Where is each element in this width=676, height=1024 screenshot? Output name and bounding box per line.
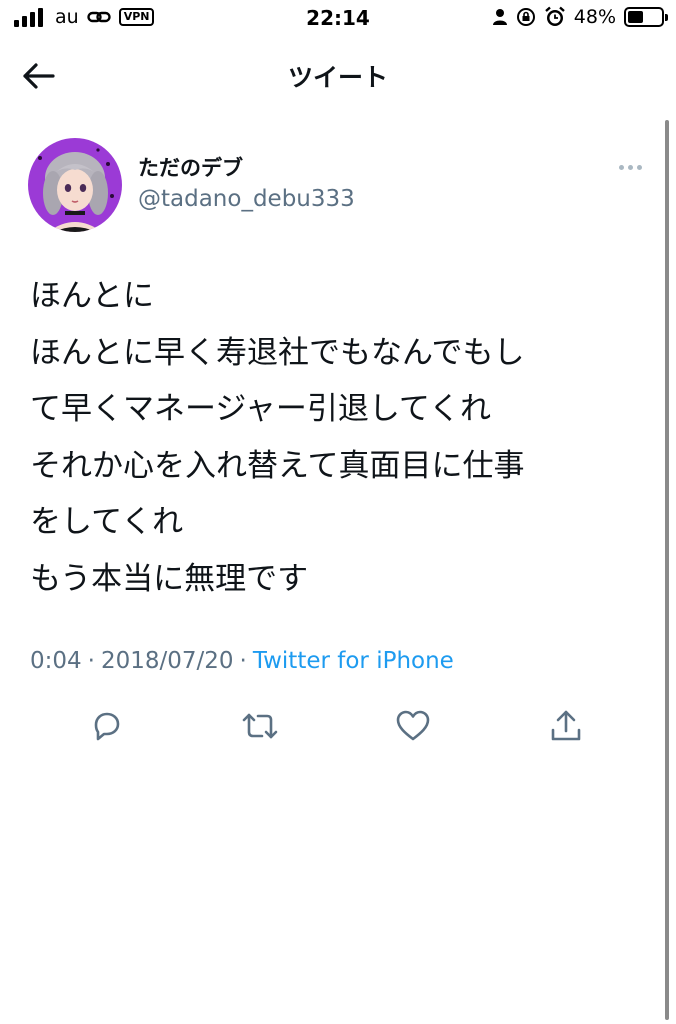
- tweet-date: 2018/07/20: [100, 648, 234, 674]
- scrollbar[interactable]: [665, 120, 669, 1020]
- battery-percentage: 48%: [573, 6, 616, 28]
- more-dot: [636, 164, 642, 170]
- like-button[interactable]: [391, 704, 435, 748]
- battery-icon: [624, 7, 668, 27]
- tweet-source-link[interactable]: Twitter for iPhone: [253, 648, 454, 674]
- reply-icon: [94, 712, 120, 741]
- meta-separator: ·: [239, 648, 247, 674]
- tweet-text-line: それか心を入れ替えて真面目に仕事: [30, 447, 525, 484]
- author-handle[interactable]: @tadano_debu333: [138, 186, 355, 212]
- status-bar-right: 48%: [492, 6, 668, 28]
- page-title: ツイート: [287, 63, 388, 92]
- author-display-name[interactable]: ただのデブ: [138, 152, 243, 182]
- tweet-time: 0:04: [30, 648, 82, 674]
- reply-button[interactable]: [84, 704, 128, 748]
- meta-separator: ·: [87, 648, 95, 674]
- retweet-button[interactable]: [238, 704, 282, 748]
- battery-fill: [628, 11, 644, 23]
- more-options-button[interactable]: [612, 158, 648, 176]
- share-icon: [551, 710, 581, 741]
- tweet-text-line: て早くマネージャー引退してくれ: [30, 391, 491, 427]
- tweet-text-line: ほんとに早く寿退社でもなんでもし: [30, 334, 525, 371]
- nav-bar: ツイート: [0, 44, 676, 108]
- tweet-text-line: をしてくれ: [30, 504, 184, 540]
- retweet-icon: [242, 713, 278, 739]
- more-dot: [618, 164, 624, 170]
- tweet-actions: [0, 704, 676, 748]
- more-dot: [627, 164, 633, 170]
- avatar[interactable]: [28, 138, 122, 232]
- tweet-text-line: ほんとに: [30, 278, 154, 314]
- person-icon: [492, 8, 508, 26]
- rotation-lock-icon: [516, 7, 536, 27]
- alarm-clock-icon: [544, 6, 566, 28]
- tweet-text: ほんとに ほんとに早く寿退社でもなんでもし て早くマネージャー引退してくれ それ…: [30, 268, 650, 607]
- tweet-text-line: もう本当に無理です: [30, 560, 309, 597]
- heart-icon: [396, 710, 430, 741]
- status-bar: au VPN 22:14 48%: [0, 0, 676, 40]
- tweet-meta: 0:04 · 2018/07/20 · Twitter for iPhone: [30, 648, 454, 674]
- share-button[interactable]: [544, 704, 588, 748]
